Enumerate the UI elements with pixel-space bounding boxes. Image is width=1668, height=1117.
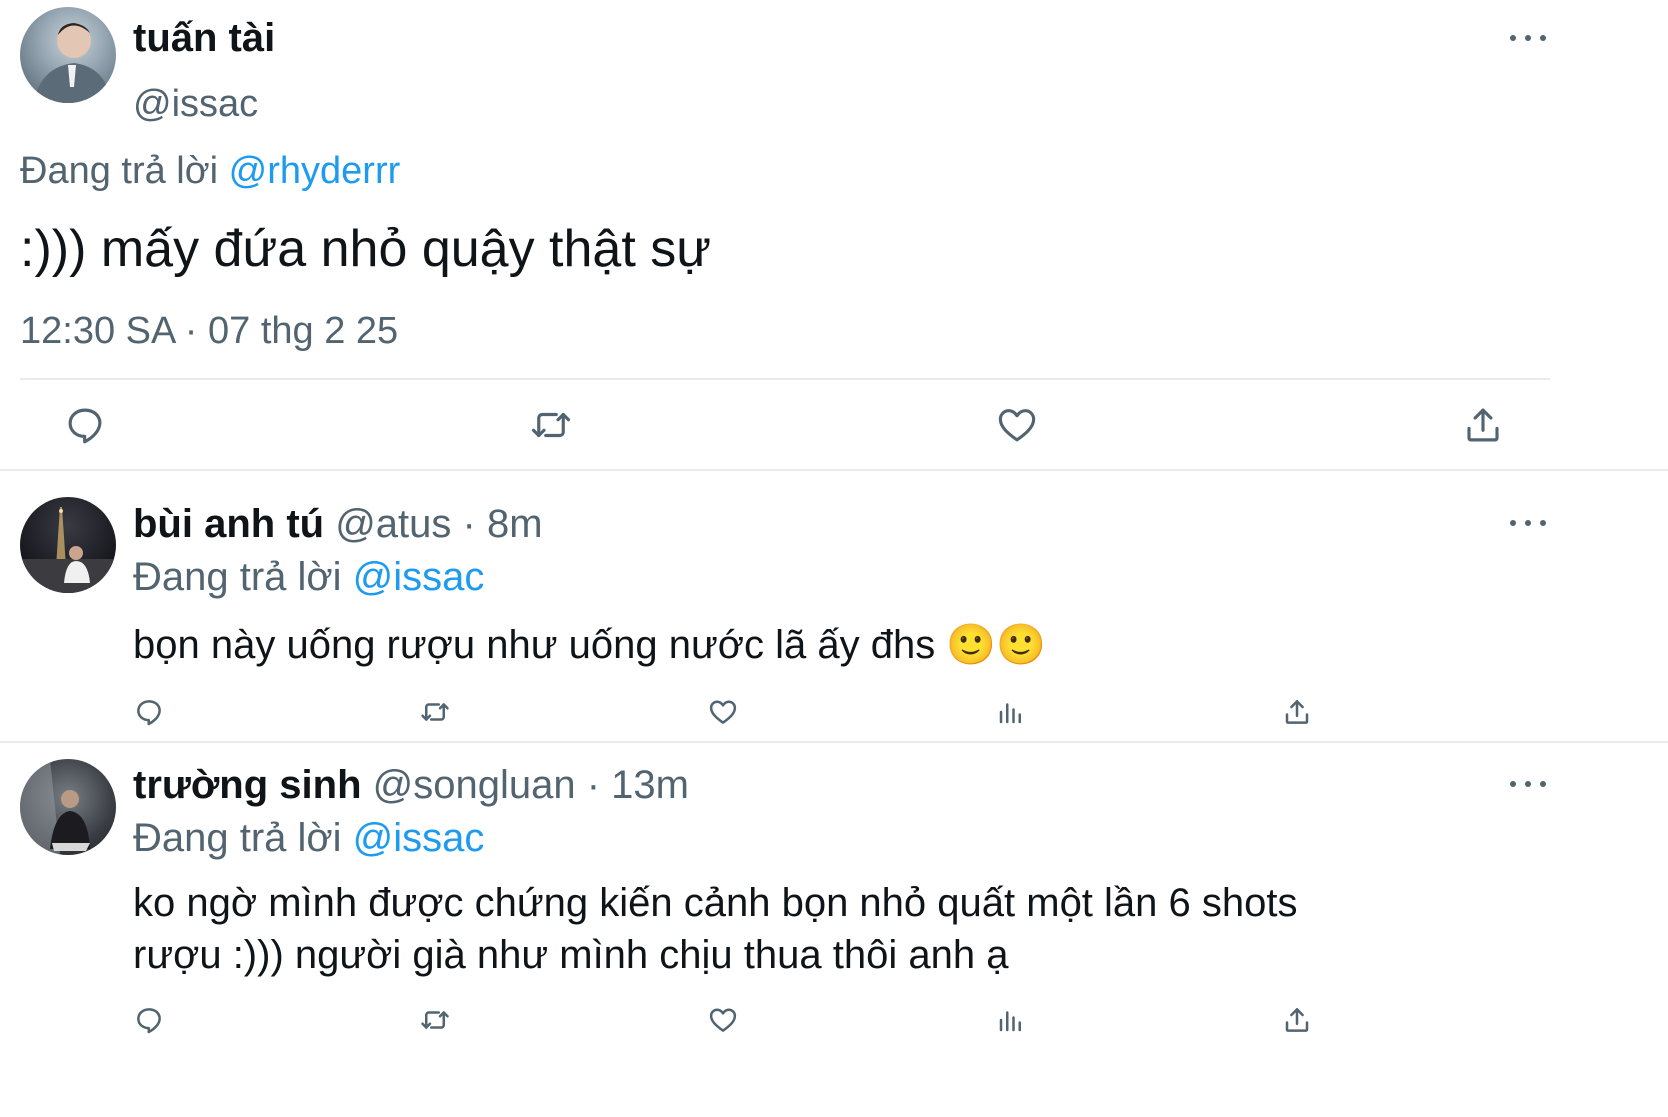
- relative-time[interactable]: 8m: [487, 502, 543, 546]
- retweet-icon[interactable]: [419, 697, 451, 727]
- display-name[interactable]: trường sinh: [133, 763, 362, 807]
- views-icon[interactable]: [996, 1005, 1026, 1035]
- share-icon[interactable]: [1462, 404, 1504, 446]
- relative-time[interactable]: 13m: [611, 763, 689, 807]
- divider: [0, 469, 1668, 471]
- replying-to-link[interactable]: @issac: [353, 816, 485, 860]
- like-icon[interactable]: [996, 404, 1038, 446]
- tweet-text-line: rượu :))) người già như mình chịu thua t…: [133, 933, 1009, 977]
- replying-prefix: Đang trả lời: [133, 816, 342, 860]
- replying-to-link[interactable]: @issac: [353, 555, 485, 599]
- handle[interactable]: @issac: [133, 80, 258, 128]
- dot: [1510, 35, 1516, 41]
- replying-to-link[interactable]: @rhyderrr: [229, 150, 401, 192]
- display-name[interactable]: tuấn tài: [133, 14, 275, 62]
- tweet-text-line: ko ngờ mình được chứng kiến cảnh bọn nhỏ…: [133, 881, 1298, 925]
- retweet-icon[interactable]: [529, 404, 573, 446]
- reply-header: bùi anh tú @atus · 8m: [133, 500, 543, 548]
- views-icon[interactable]: [996, 697, 1026, 727]
- reply-icon[interactable]: [134, 697, 164, 727]
- timestamp[interactable]: 12:30 SA · 07 thg 2 25: [20, 307, 398, 355]
- handle[interactable]: @songluan: [373, 763, 576, 807]
- divider: [20, 378, 1550, 380]
- avatar[interactable]: [20, 497, 116, 593]
- avatar[interactable]: [20, 759, 116, 855]
- like-icon[interactable]: [708, 1005, 738, 1035]
- reply-icon[interactable]: [64, 404, 106, 446]
- emoji: 🙂🙂: [946, 623, 1046, 667]
- handle[interactable]: @atus: [335, 502, 451, 546]
- share-icon[interactable]: [1282, 1005, 1312, 1035]
- tweet-text: bọn này uống rượu như uống nước lã ấy đh…: [133, 623, 936, 667]
- replying-to: Đang trả lời @rhyderrr: [20, 147, 400, 195]
- replying-prefix: Đang trả lời: [133, 555, 342, 599]
- share-icon[interactable]: [1282, 697, 1312, 727]
- more-options-button[interactable]: [1510, 32, 1546, 44]
- dot: [1525, 520, 1531, 526]
- replying-prefix: Đang trả lời: [20, 150, 219, 192]
- dot: [1525, 781, 1531, 787]
- avatar[interactable]: [20, 7, 116, 103]
- reply-header: trường sinh @songluan · 13m: [133, 761, 689, 809]
- tweet-text-row: bọn này uống rượu như uống nước lã ấy đh…: [133, 620, 1046, 670]
- display-name[interactable]: bùi anh tú: [133, 502, 324, 546]
- dot: [1510, 781, 1516, 787]
- more-options-button[interactable]: [1510, 778, 1546, 790]
- replying-to: Đang trả lời @issac: [133, 814, 484, 862]
- time-separator: ·: [586, 763, 601, 807]
- more-options-button[interactable]: [1510, 517, 1546, 529]
- dot: [1540, 35, 1546, 41]
- reply-icon[interactable]: [134, 1005, 164, 1035]
- retweet-icon[interactable]: [419, 1005, 451, 1035]
- tweet-text: :))) mấy đứa nhỏ quậy thật sự: [20, 220, 712, 278]
- divider: [0, 741, 1668, 743]
- like-icon[interactable]: [708, 697, 738, 727]
- dot: [1510, 520, 1516, 526]
- dot: [1540, 781, 1546, 787]
- dot: [1540, 520, 1546, 526]
- time-separator: ·: [462, 502, 476, 546]
- replying-to: Đang trả lời @issac: [133, 553, 484, 601]
- dot: [1525, 35, 1531, 41]
